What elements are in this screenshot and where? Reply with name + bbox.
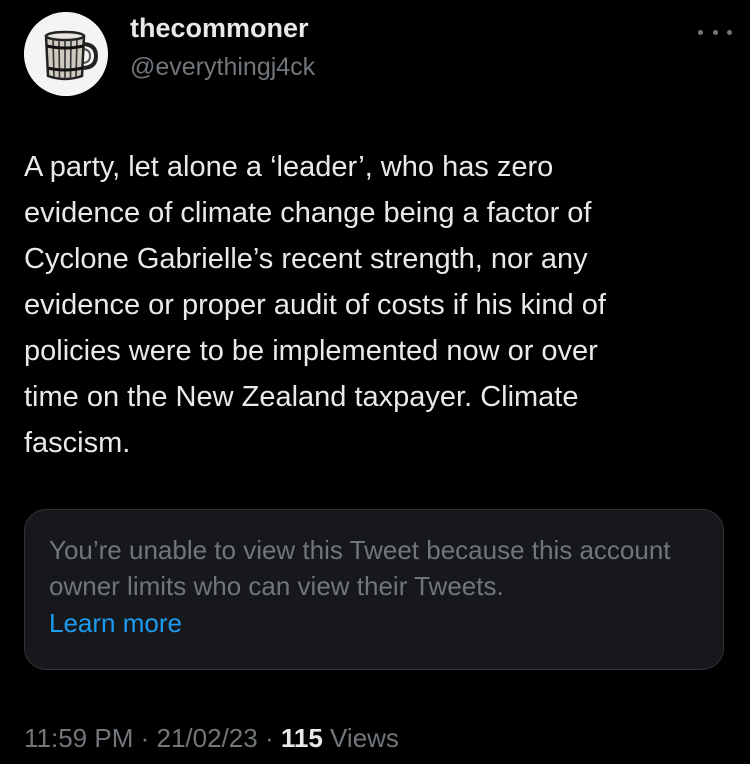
tweet-text: A party, let alone a ‘leader’, who has z…	[24, 151, 606, 459]
tweet-time[interactable]: 11:59 PM	[24, 723, 133, 753]
meta-separator: ·	[140, 723, 150, 753]
more-horizontal-icon-dot	[712, 29, 718, 35]
views-count[interactable]: 115	[281, 723, 323, 753]
learn-more-link[interactable]: Learn more	[49, 604, 182, 642]
author-display-name[interactable]: thecommoner	[130, 10, 309, 46]
author-handle[interactable]: @everythingj4ck	[130, 51, 315, 83]
tankard-mug-icon	[24, 12, 108, 96]
more-horizontal-icon	[698, 29, 703, 35]
views-label[interactable]: Views	[330, 723, 399, 753]
more-options-button[interactable]	[698, 22, 732, 42]
avatar[interactable]	[24, 12, 108, 96]
tweet-meta: 11:59 PM · 21/02/23 · 115 Views	[24, 718, 399, 758]
tweet-date[interactable]: 21/02/23	[157, 723, 258, 753]
unavailable-tweet-message: You’re unable to view this Tweet because…	[49, 535, 671, 601]
meta-separator: ·	[264, 723, 274, 753]
unavailable-quote-tweet-card: You’re unable to view this Tweet because…	[24, 509, 724, 670]
more-horizontal-icon-dot	[727, 29, 732, 35]
